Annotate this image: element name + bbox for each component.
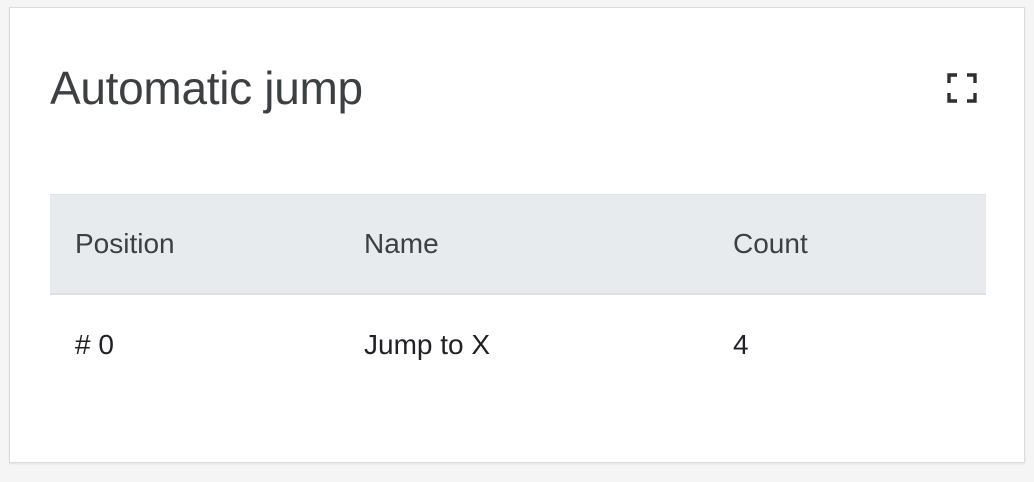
- column-header-position: Position: [75, 228, 175, 259]
- cell-position: # 0: [75, 329, 114, 360]
- column-header-name: Name: [364, 228, 439, 259]
- cell-count: 4: [733, 329, 749, 360]
- table-header-row: Position Name Count: [50, 194, 986, 294]
- column-header-count: Count: [733, 228, 808, 259]
- jump-table: Position Name Count # 0 Jump to X 4: [50, 194, 986, 395]
- fullscreen-button[interactable]: [944, 70, 980, 106]
- cell-name: Jump to X: [364, 329, 491, 360]
- fullscreen-icon: [947, 73, 977, 103]
- card-title: Automatic jump: [50, 62, 363, 114]
- table-row: # 0 Jump to X 4: [50, 294, 986, 395]
- automatic-jump-card: Automatic jump Position Name Count # 0 J…: [9, 7, 1025, 463]
